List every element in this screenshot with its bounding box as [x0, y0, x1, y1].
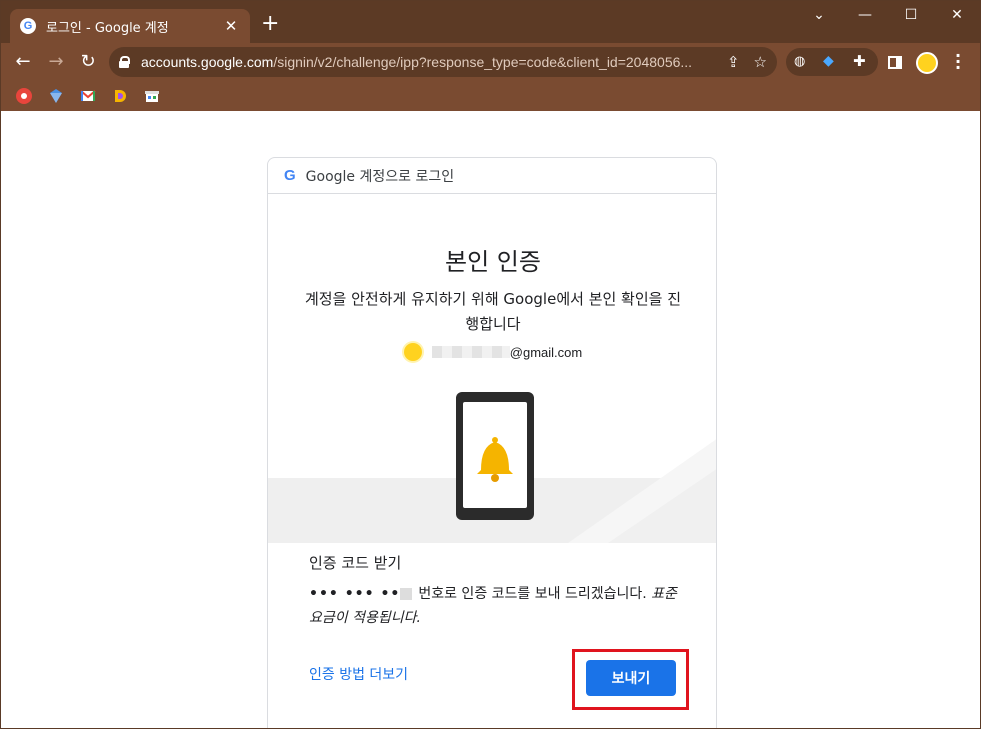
- lock-icon[interactable]: [119, 56, 130, 68]
- bookmark-d-icon[interactable]: [112, 88, 128, 104]
- extension-mouse-icon[interactable]: ◍: [794, 54, 805, 69]
- tab-title: 로그인 - Google 계정: [46, 20, 169, 36]
- url-text[interactable]: accounts.google.com/signin/v2/challenge/…: [141, 54, 713, 70]
- toolbar: ← → ↻ accounts.google.com/signin/v2/chal…: [1, 43, 980, 81]
- forward-icon[interactable]: →: [45, 51, 67, 73]
- maximize-button[interactable]: ☐: [899, 7, 923, 23]
- bookmark-1-icon[interactable]: [16, 88, 32, 104]
- tab-active[interactable]: G 로그인 - Google 계정 ✕: [10, 9, 250, 43]
- puzzle-icon[interactable]: ✚: [853, 52, 866, 70]
- new-tab-button[interactable]: +: [261, 13, 279, 35]
- menu-icon[interactable]: · · ·: [953, 48, 963, 76]
- highlight-box: [572, 649, 689, 710]
- reload-icon[interactable]: ↻: [77, 51, 99, 73]
- phone-illustration: [268, 392, 716, 543]
- google-logo-icon: G: [284, 167, 296, 184]
- account-chip[interactable]: @gmail.com: [268, 343, 716, 361]
- page-title: 본인 인증: [445, 248, 541, 276]
- page-subtitle: 계정을 안전하게 유지하기 위해 Google에서 본인 확인을 진행합니다: [304, 290, 682, 333]
- minimize-button[interactable]: —: [853, 7, 877, 23]
- tab-close-icon[interactable]: ✕: [222, 17, 240, 35]
- section-title: 인증 코드 받기: [309, 554, 402, 572]
- side-panel-icon[interactable]: [888, 56, 902, 69]
- masked-digits: [400, 588, 413, 600]
- close-window-button[interactable]: ✕: [945, 7, 969, 23]
- share-icon[interactable]: ⇪: [727, 53, 740, 71]
- bookmark-star-icon[interactable]: ☆: [754, 53, 767, 71]
- back-icon[interactable]: ←: [12, 51, 34, 73]
- extensions-area: ◍ ◆ ✚: [786, 48, 878, 76]
- page-content: G Google 계정으로 로그인 본인 인증 계정을 안전하게 유지하기 위해…: [1, 112, 980, 728]
- browser-window: G 로그인 - Google 계정 ✕ + ⌄ — ☐ ✕ ← → ↻ acco…: [0, 0, 981, 729]
- google-favicon-icon: G: [20, 18, 36, 34]
- bookmark-store-icon[interactable]: [144, 88, 160, 104]
- account-email-domain: @gmail.com: [509, 344, 583, 360]
- bookmarks-bar: [1, 81, 980, 111]
- masked-email: [431, 346, 510, 358]
- masked-phone: ••• ••• ••: [309, 586, 401, 602]
- profile-avatar[interactable]: [916, 52, 938, 74]
- gmail-icon[interactable]: [80, 88, 96, 104]
- address-bar[interactable]: accounts.google.com/signin/v2/challenge/…: [109, 47, 777, 77]
- extension-gem-icon[interactable]: ◆: [823, 53, 834, 69]
- tab-bar: G 로그인 - Google 계정 ✕ + ⌄ — ☐ ✕: [1, 1, 980, 43]
- body-text: 번호로 인증 코드를 보내 드리겠습니다.: [418, 586, 647, 602]
- bookmark-2-icon[interactable]: [48, 88, 64, 104]
- more-methods-link[interactable]: 인증 방법 더보기: [309, 664, 408, 684]
- card-header-text: Google 계정으로 로그인: [305, 168, 455, 185]
- section-body: ••• ••• •• 번호로 인증 코드를 보내 드리겠습니다. 표준 요금이 적…: [309, 582, 677, 630]
- signin-card: G Google 계정으로 로그인 본인 인증 계정을 안전하게 유지하기 위해…: [267, 157, 717, 728]
- account-avatar: [403, 343, 422, 361]
- card-header: G Google 계정으로 로그인: [268, 158, 716, 194]
- tab-search-icon[interactable]: ⌄: [807, 7, 831, 23]
